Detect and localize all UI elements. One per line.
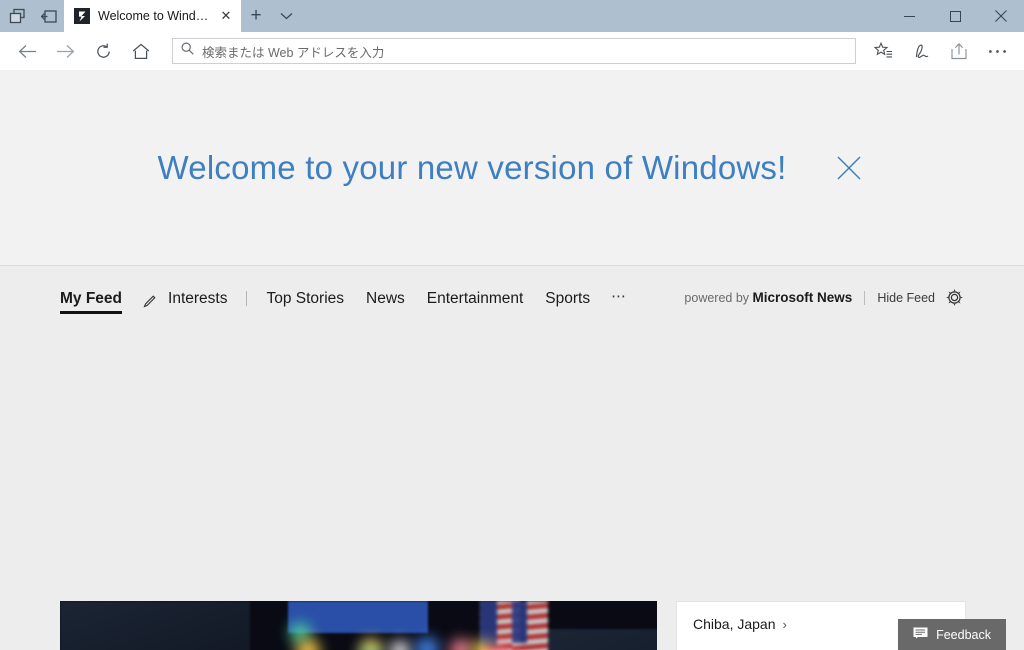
feedback-label: Feedback: [936, 627, 991, 642]
windows-welcome-favicon: [74, 8, 90, 24]
search-icon: [181, 42, 194, 60]
welcome-banner-text: Welcome to your new version of Windows!: [157, 148, 787, 186]
favorites-star-icon[interactable]: [864, 34, 902, 68]
gear-settings-icon[interactable]: [945, 288, 964, 307]
feedback-bubble-icon: [913, 626, 928, 644]
tab-management-icons: [0, 0, 64, 32]
browser-toolbar: 検索または Web アドレスを入力: [0, 32, 1024, 70]
forward-arrow-icon[interactable]: [46, 34, 84, 68]
web-note-pen-icon[interactable]: [902, 34, 940, 68]
more-options-icon[interactable]: [978, 34, 1016, 68]
back-arrow-icon[interactable]: [8, 34, 46, 68]
nav-divider: [246, 290, 248, 306]
welcome-banner-close-icon[interactable]: [832, 151, 866, 185]
hero-image: [60, 601, 657, 650]
feedback-button[interactable]: Feedback: [898, 619, 1006, 650]
weather-location[interactable]: Chiba, Japan: [693, 616, 776, 632]
pencil-edit-icon[interactable]: [133, 294, 157, 314]
refresh-icon[interactable]: [84, 34, 122, 68]
tab-top-stories[interactable]: Top Stories: [255, 290, 355, 314]
tabs-you-set-aside-icon[interactable]: [38, 5, 60, 27]
tab-news[interactable]: News: [355, 290, 416, 314]
address-bar-wrapper: 検索または Web アドレスを入力: [172, 38, 856, 64]
toolbar-actions: [864, 34, 1016, 68]
tab-sports[interactable]: Sports: [534, 290, 601, 314]
share-icon[interactable]: [940, 34, 978, 68]
tab-close-icon[interactable]: ✕: [217, 7, 235, 25]
close-icon[interactable]: [978, 0, 1024, 32]
address-bar[interactable]: 検索または Web アドレスを入力: [172, 38, 856, 64]
welcome-banner: Welcome to your new version of Windows!: [0, 70, 1024, 265]
edge-browser-window: Welcome to Windows ✕ + 検索または Web アドレスを入力…: [0, 0, 1024, 650]
feed-tabs: My Feed Interests Top Stories News Enter…: [60, 287, 633, 314]
tab-title: Welcome to Windows: [98, 9, 209, 23]
header-divider: [864, 290, 866, 305]
set-tabs-aside-icon[interactable]: [6, 5, 28, 27]
minimize-icon[interactable]: [886, 0, 932, 32]
powered-by-label: powered by Microsoft News: [684, 290, 852, 305]
home-icon[interactable]: [122, 34, 160, 68]
powered-by-brand: Microsoft News: [752, 290, 853, 305]
hero-article-card[interactable]: Only 2 things matter for the stock marke…: [60, 601, 657, 650]
feed-header-right: powered by Microsoft News Hide Feed: [684, 288, 964, 312]
title-bar: Welcome to Windows ✕ +: [0, 0, 1024, 32]
tab-my-feed[interactable]: My Feed: [60, 290, 133, 314]
chevron-down-icon[interactable]: [271, 0, 301, 32]
maximize-icon[interactable]: [932, 0, 978, 32]
new-tab-button[interactable]: +: [241, 0, 271, 32]
window-controls: [886, 0, 1024, 32]
feed-tabs-overflow-icon[interactable]: ⋯: [601, 287, 633, 314]
tab-interests[interactable]: Interests: [157, 290, 238, 314]
powered-by-prefix: powered by: [684, 291, 753, 305]
browser-tab[interactable]: Welcome to Windows ✕: [64, 0, 241, 32]
news-feed-area: My Feed Interests Top Stories News Enter…: [0, 265, 1024, 650]
chevron-right-icon[interactable]: ›: [783, 617, 787, 632]
search-input[interactable]: 検索または Web アドレスを入力: [202, 42, 384, 61]
feed-navigation: My Feed Interests Top Stories News Enter…: [60, 283, 964, 317]
hide-feed-button[interactable]: Hide Feed: [877, 291, 935, 305]
tab-entertainment[interactable]: Entertainment: [416, 290, 535, 314]
